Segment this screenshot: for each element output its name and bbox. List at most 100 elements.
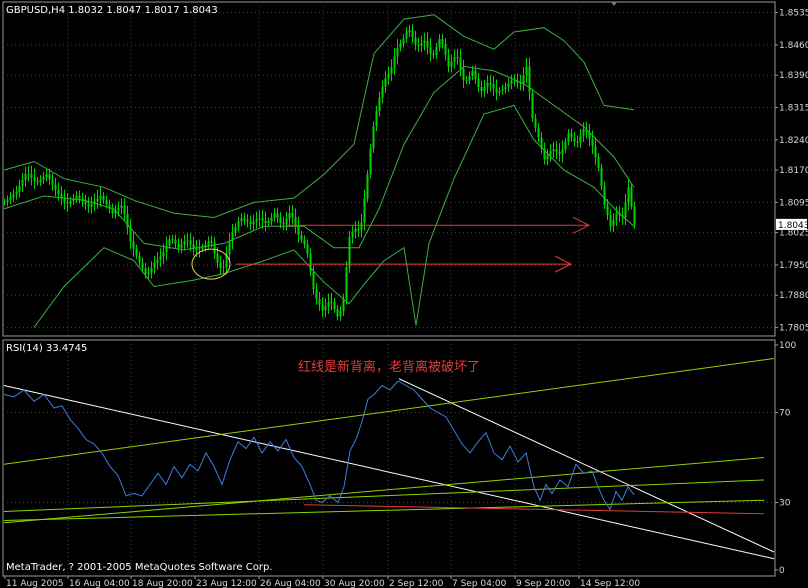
- candle-body: [420, 43, 423, 46]
- time-tick-label: 30 Aug 20:00: [324, 579, 385, 588]
- candle-body: [624, 202, 627, 218]
- candle-body: [549, 151, 552, 156]
- candle-body: [72, 198, 75, 202]
- candle-body: [534, 118, 537, 129]
- candle-body: [66, 202, 69, 204]
- candle-body: [417, 44, 420, 46]
- candle-body: [312, 271, 315, 290]
- candle-body: [351, 231, 354, 238]
- time-tick-label: 7 Sep 04:00: [452, 579, 507, 588]
- candle-body: [627, 187, 630, 203]
- candle-body: [318, 298, 321, 305]
- candle-body: [432, 53, 435, 56]
- candle-body: [243, 218, 246, 221]
- candle-body: [630, 187, 633, 207]
- price-tick-label: 1.8240: [779, 136, 808, 146]
- time-tick-label: 2 Sep 12:00: [389, 579, 444, 588]
- candle-body: [45, 174, 48, 177]
- candle-body: [402, 38, 405, 44]
- candle-body: [615, 213, 618, 220]
- candle-body: [459, 57, 462, 69]
- candle-body: [288, 212, 291, 219]
- candle-body: [393, 56, 396, 68]
- candle-body: [468, 75, 471, 81]
- candle-body: [219, 262, 222, 268]
- candle-body: [384, 78, 387, 87]
- candle-body: [606, 204, 609, 216]
- candle-body: [360, 222, 363, 230]
- candle-body: [363, 198, 366, 223]
- time-tick-label: 11 Aug 2005: [6, 579, 64, 588]
- candle-body: [144, 268, 147, 274]
- candle-body: [132, 241, 135, 249]
- candle-body: [189, 240, 192, 245]
- candle-body: [192, 244, 195, 249]
- rsi-tick-label: 70: [779, 409, 791, 419]
- candle-body: [42, 176, 45, 180]
- candle-body: [60, 194, 63, 199]
- candle-body: [477, 78, 480, 88]
- candle-body: [33, 177, 36, 181]
- candle-body: [600, 167, 603, 187]
- candle-body: [129, 227, 132, 242]
- candle-body: [357, 228, 360, 230]
- candle-body: [345, 267, 348, 300]
- candle-body: [579, 135, 582, 143]
- candle-body: [339, 310, 342, 317]
- candle-body: [276, 213, 279, 219]
- price-tick-label: 1.8095: [779, 198, 808, 208]
- candle-body: [423, 40, 426, 44]
- candle-body: [117, 208, 120, 211]
- candle-body: [222, 267, 225, 269]
- candle-body: [93, 201, 96, 205]
- candle-body: [471, 70, 474, 76]
- candle-body: [165, 245, 168, 253]
- candle-body: [453, 56, 456, 62]
- rsi-tick-label: 30: [779, 499, 791, 509]
- candle-body: [108, 204, 111, 209]
- candle-body: [24, 174, 27, 180]
- candle-body: [48, 174, 51, 180]
- candle-body: [36, 180, 39, 183]
- candle-body: [261, 218, 264, 221]
- candle-body: [228, 241, 231, 255]
- candle-body: [450, 61, 453, 67]
- candle-body: [249, 222, 252, 224]
- candle-body: [381, 86, 384, 98]
- candle-body: [111, 208, 114, 214]
- candle-body: [474, 70, 477, 79]
- candle-body: [90, 204, 93, 207]
- candle-body: [27, 174, 30, 176]
- candle-body: [147, 272, 150, 274]
- candle-body: [237, 221, 240, 228]
- candle-body: [546, 155, 549, 160]
- time-tick-label: 23 Aug 12:00: [196, 579, 257, 588]
- candle-body: [507, 83, 510, 88]
- candle-body: [99, 195, 102, 199]
- candle-body: [63, 198, 66, 202]
- candle-body: [633, 206, 636, 225]
- candle-body: [480, 87, 483, 92]
- candle-body: [429, 47, 432, 54]
- candle-body: [159, 256, 162, 260]
- copyright-footer: MetaTrader, ? 2001-2005 MetaQuotes Softw…: [6, 562, 272, 573]
- candle-body: [57, 189, 60, 195]
- candle-body: [531, 92, 534, 119]
- candle-body: [78, 195, 81, 199]
- candle-body: [510, 80, 513, 84]
- candle-body: [618, 213, 621, 216]
- candle-body: [174, 239, 177, 244]
- candle-body: [267, 221, 270, 224]
- candle-body: [570, 133, 573, 138]
- price-tick-label: 1.8390: [779, 71, 808, 81]
- candle-body: [324, 306, 327, 311]
- candle-body: [441, 39, 444, 44]
- candle-body: [201, 247, 204, 249]
- candle-body: [291, 212, 294, 217]
- candle-body: [330, 301, 333, 303]
- candle-body: [297, 225, 300, 235]
- candle-body: [354, 228, 357, 232]
- time-tick-label: 18 Aug 20:00: [132, 579, 193, 588]
- candle-body: [552, 149, 555, 152]
- candle-body: [54, 184, 57, 190]
